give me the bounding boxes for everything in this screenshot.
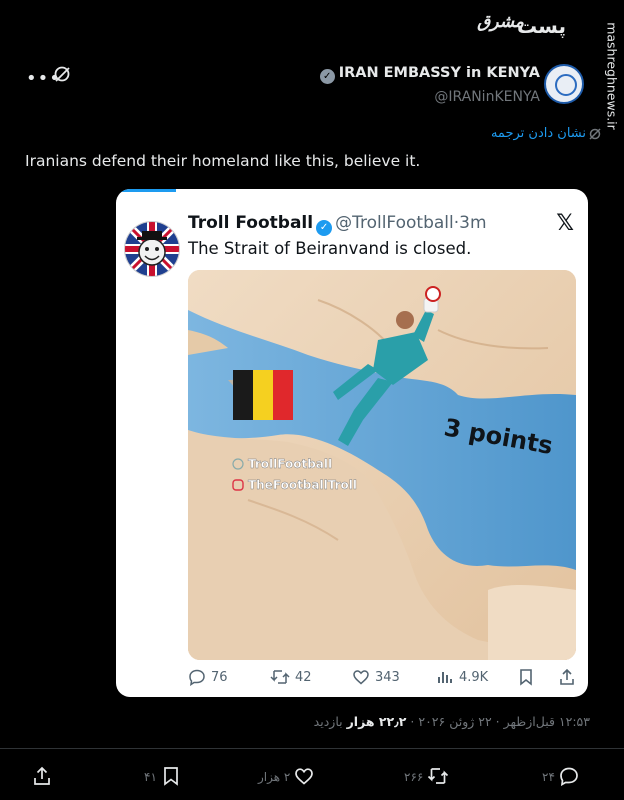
media-watermark-1: TrollFootball [248,457,332,471]
quoted-post-card[interactable]: Troll Football ✓ @TrollFootball·3m 𝕏 The S… [116,189,588,697]
reply-icon [560,767,578,787]
post-timestamp[interactable]: ۱۲:۵۳ قبل‌ازظهر · ۲۲ ژوئن ۲۰۲۶ · [410,714,590,729]
author-handle[interactable]: @IRANinKENYA [434,89,540,105]
quoted-author-row[interactable]: Troll Football ✓ @TrollFootball·3m [188,213,487,236]
heart-icon [295,768,314,785]
translate-icon [589,128,601,140]
retweet-icon [270,670,290,684]
share-button[interactable] [32,766,52,788]
author-name-row[interactable]: ✓ IRAN EMBASSY in KENYA [319,65,540,84]
top-header: پست مشرق [0,0,624,52]
like-button[interactable]: ۲ هزار [258,766,314,788]
quoted-retweet-count: 42 [295,670,312,685]
translate-link[interactable]: نشان دادن ترجمه [491,126,586,141]
author-name[interactable]: IRAN EMBASSY in KENYA [339,65,540,81]
media-watermark-2: TheFootballTroll [248,478,357,492]
quoted-retweet-button[interactable]: 42 [270,667,312,689]
reply-count: ۲۴ [542,770,555,784]
site-watermark-text: mashreghnews.ir [604,22,620,130]
post-meta: ۱۲:۵۳ قبل‌ازظهر · ۲۲ ژوئن ۲۰۲۶ · ۲۲٫۲ هز… [314,714,590,729]
map-image: TrollFootball TheFootballTroll 3 points [188,270,576,660]
quoted-view-count: 4.9K [459,670,489,685]
bookmark-count: ۴۱ [144,770,157,784]
bookmark-icon [520,669,532,686]
site-watermark: mashreghnews.ir [602,6,622,146]
quoted-reply-count: 76 [211,670,228,685]
divider [0,748,624,749]
troll-football-avatar[interactable] [124,221,180,277]
x-logo-icon[interactable]: 𝕏 [556,211,574,236]
view-label: بازدید [313,714,343,729]
view-count: ۲۲٫۲ هزار [346,714,407,729]
retweet-count: ۲۶۶ [404,770,424,784]
page-title: پست [516,14,566,38]
bookmark-icon [164,767,178,786]
quoted-author-name[interactable]: Troll Football [188,213,313,233]
verified-blue-icon: ✓ [316,220,333,236]
retweet-button[interactable]: ۲۶۶ [404,766,449,788]
quoted-like-count: 343 [375,670,400,685]
heart-icon [353,670,369,685]
like-count: ۲ هزار [258,770,291,784]
belgian-flag [233,370,293,420]
verified-gray-icon: ✓ [319,69,335,84]
quoted-share-button[interactable] [558,667,581,689]
post-actions-bar: ۴۱ ۲ هزار ۲۶۶ ۲۴ [0,766,624,788]
retweet-icon [428,768,449,784]
quoted-like-button[interactable]: 343 [352,667,400,689]
author-avatar[interactable] [544,64,584,104]
bookmark-button[interactable]: ۴۱ [144,766,181,788]
quoted-actions-bar: 76 42 343 4.9K [188,667,578,689]
reply-icon [189,669,205,687]
quoted-reply-button[interactable]: 76 [188,667,228,689]
views-icon [438,672,452,683]
share-icon [560,668,574,685]
quoted-bookmark-button[interactable] [518,667,539,689]
quoted-post-time[interactable]: 3m [459,213,486,233]
video-progress-bar [116,189,176,192]
quoted-post-text: The Strait of Beiranvand is closed. [188,239,472,258]
share-icon [34,766,50,785]
post-text: Iranians defend their homeland like this… [25,152,421,170]
quoted-author-handle[interactable]: @TrollFootball [335,213,454,233]
reply-button[interactable]: ۲۴ [542,766,579,788]
quoted-views-button[interactable]: 4.9K [436,667,488,689]
grok-icon[interactable] [52,64,72,84]
brand-logo: مشرق [477,12,524,32]
quoted-post-media[interactable]: TrollFootball TheFootballTroll 3 points [188,270,576,660]
